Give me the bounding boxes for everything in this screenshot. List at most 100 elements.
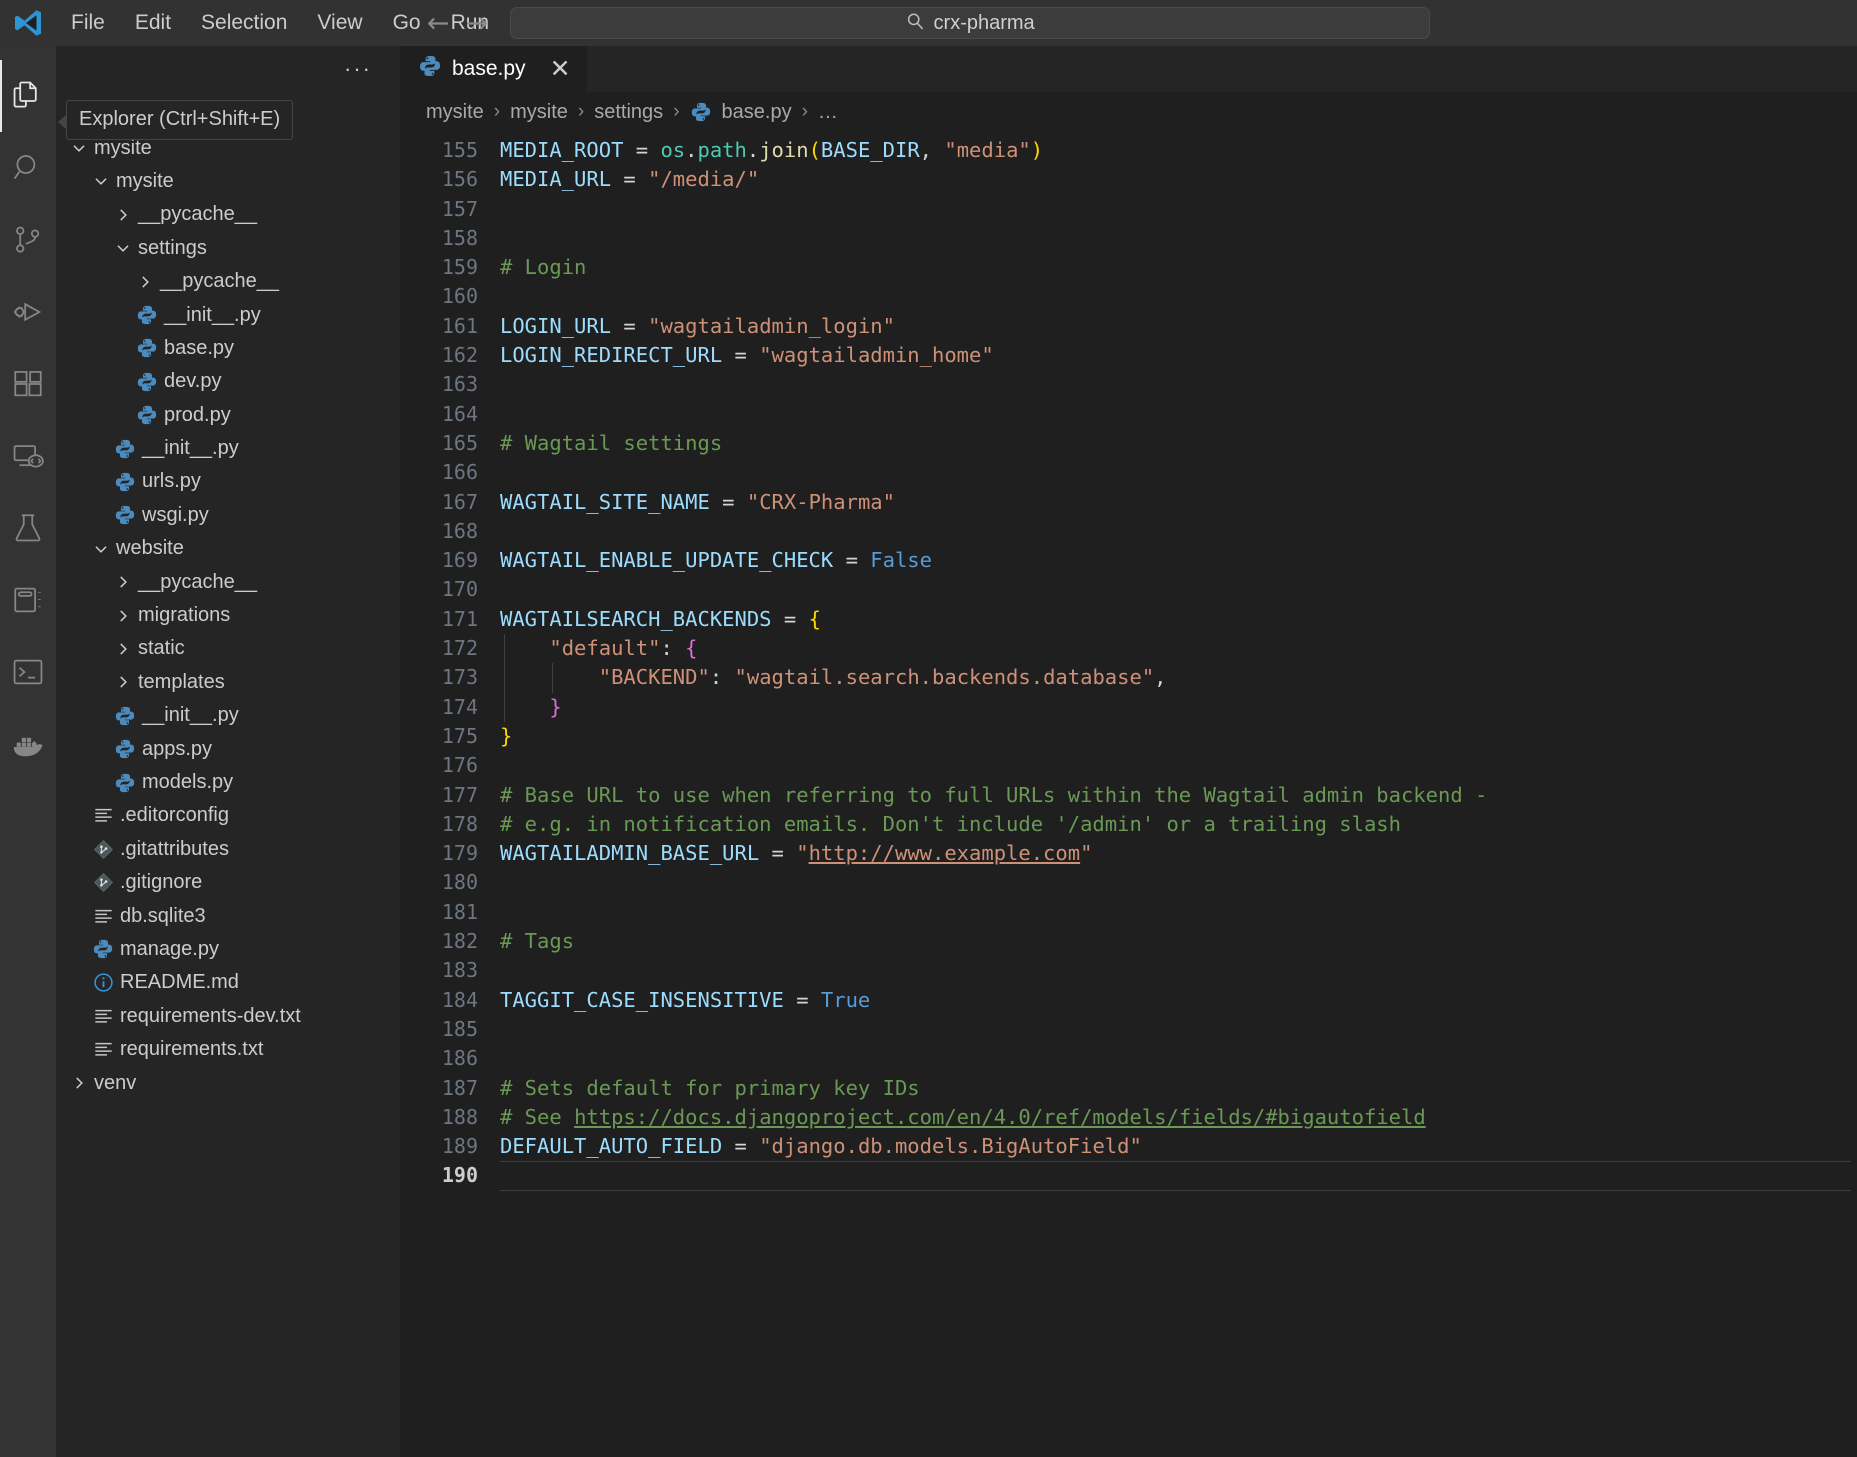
breadcrumb-item[interactable]: base.py — [722, 101, 792, 124]
tree-item-pycache[interactable]: __pycache__ — [56, 265, 400, 298]
tree-item-dev-py[interactable]: dev.py — [56, 365, 400, 398]
code-line[interactable]: 165# Wagtail settings — [400, 429, 1857, 458]
tree-item-pycache[interactable]: __pycache__ — [56, 198, 400, 231]
code-line[interactable]: 184TAGGIT_CASE_INSENSITIVE = True — [400, 986, 1857, 1015]
tree-item-init-py[interactable]: __init__.py — [56, 298, 400, 331]
menu-view[interactable]: View — [302, 5, 377, 40]
tree-item-settings[interactable]: settings — [56, 232, 400, 265]
tree-item-venv[interactable]: venv — [56, 1066, 400, 1099]
code-line[interactable]: 157 — [400, 195, 1857, 224]
tree-item-wsgi-py[interactable]: wsgi.py — [56, 499, 400, 532]
navigate-forward-icon[interactable]: → — [466, 10, 489, 37]
code-line[interactable]: 187# Sets default for primary key IDs — [400, 1074, 1857, 1103]
navigate-back-icon[interactable]: ← — [427, 10, 450, 37]
command-center-search-input[interactable]: crx-pharma — [510, 7, 1430, 39]
more-actions-icon[interactable]: ··· — [344, 58, 372, 80]
breadcrumb-item[interactable]: mysite — [426, 101, 484, 124]
menu-edit[interactable]: Edit — [120, 5, 186, 40]
code-line[interactable]: 177# Base URL to use when referring to f… — [400, 781, 1857, 810]
tree-item-gitattributes[interactable]: .gitattributes — [56, 833, 400, 866]
chevron-down-icon[interactable] — [66, 139, 92, 157]
tree-item-db-sqlite3[interactable]: db.sqlite3 — [56, 899, 400, 932]
breadcrumb-item[interactable]: settings — [594, 101, 663, 124]
tree-item-readme-md[interactable]: README.md — [56, 966, 400, 999]
tree-item-templates[interactable]: templates — [56, 666, 400, 699]
tree-item-static[interactable]: static — [56, 632, 400, 665]
activity-item-extensions[interactable] — [0, 348, 56, 420]
activity-item-docker[interactable] — [0, 708, 56, 780]
code-line[interactable]: 180 — [400, 868, 1857, 897]
code-line[interactable]: 186 — [400, 1044, 1857, 1073]
code-line[interactable]: 178# e.g. in notification emails. Don't … — [400, 810, 1857, 839]
activity-item-terminal[interactable] — [0, 636, 56, 708]
code-line[interactable]: 174 } — [400, 693, 1857, 722]
chevron-right-icon[interactable] — [110, 673, 136, 691]
code-line[interactable]: 158 — [400, 224, 1857, 253]
tree-item-urls-py[interactable]: urls.py — [56, 465, 400, 498]
code-line[interactable]: 176 — [400, 751, 1857, 780]
code-line[interactable]: 162LOGIN_REDIRECT_URL = "wagtailadmin_ho… — [400, 341, 1857, 370]
tree-item-editorconfig[interactable]: .editorconfig — [56, 799, 400, 832]
activity-item-testing[interactable] — [0, 492, 56, 564]
code-line[interactable]: 189DEFAULT_AUTO_FIELD = "django.db.model… — [400, 1132, 1857, 1161]
tree-item-manage-py[interactable]: manage.py — [56, 933, 400, 966]
code-line[interactable]: 182# Tags — [400, 927, 1857, 956]
tree-item-models-py[interactable]: models.py — [56, 766, 400, 799]
chevron-right-icon[interactable] — [66, 1074, 92, 1092]
tree-item-init-py[interactable]: __init__.py — [56, 699, 400, 732]
tree-item-gitignore[interactable]: .gitignore — [56, 866, 400, 899]
code-line[interactable]: 175} — [400, 722, 1857, 751]
code-line[interactable]: 161LOGIN_URL = "wagtailadmin_login" — [400, 312, 1857, 341]
activity-item-source-control[interactable] — [0, 204, 56, 276]
code-line[interactable]: 155MEDIA_ROOT = os.path.join(BASE_DIR, "… — [400, 136, 1857, 165]
code-line[interactable]: 163 — [400, 370, 1857, 399]
code-line[interactable]: 188# See https://docs.djangoproject.com/… — [400, 1103, 1857, 1132]
code-line[interactable]: 185 — [400, 1015, 1857, 1044]
menu-file[interactable]: File — [56, 5, 120, 40]
chevron-right-icon[interactable] — [132, 273, 158, 291]
activity-item-run-and-debug[interactable] — [0, 276, 56, 348]
breadcrumb-item[interactable]: mysite — [510, 101, 568, 124]
chevron-right-icon[interactable] — [110, 573, 136, 591]
code-line[interactable]: 169WAGTAIL_ENABLE_UPDATE_CHECK = False — [400, 546, 1857, 575]
activity-item-search[interactable] — [0, 132, 56, 204]
tree-item-mysite[interactable]: mysite — [56, 165, 400, 198]
code-line[interactable]: 190 — [400, 1161, 1857, 1190]
chevron-down-icon[interactable] — [110, 239, 136, 257]
code-line[interactable]: 159# Login — [400, 253, 1857, 282]
code-line[interactable]: 156MEDIA_URL = "/media/" — [400, 165, 1857, 194]
code-line[interactable]: 168 — [400, 517, 1857, 546]
code-line[interactable]: 181 — [400, 898, 1857, 927]
tree-item-prod-py[interactable]: prod.py — [56, 399, 400, 432]
tree-item-requirements-dev-txt[interactable]: requirements-dev.txt — [56, 1000, 400, 1033]
tree-item-requirements-txt[interactable]: requirements.txt — [56, 1033, 400, 1066]
code-line[interactable]: 173 "BACKEND": "wagtail.search.backends.… — [400, 663, 1857, 692]
tree-item-apps-py[interactable]: apps.py — [56, 732, 400, 765]
chevron-down-icon[interactable] — [88, 172, 114, 190]
code-line[interactable]: 167WAGTAIL_SITE_NAME = "CRX-Pharma" — [400, 488, 1857, 517]
code-line[interactable]: 183 — [400, 956, 1857, 985]
menu-selection[interactable]: Selection — [186, 5, 302, 40]
tree-item-website[interactable]: website — [56, 532, 400, 565]
code-line[interactable]: 160 — [400, 282, 1857, 311]
code-line[interactable]: 171WAGTAILSEARCH_BACKENDS = { — [400, 605, 1857, 634]
code-line[interactable]: 164 — [400, 400, 1857, 429]
close-icon[interactable]: ✕ — [550, 57, 571, 82]
activity-item-explorer[interactable] — [0, 60, 56, 132]
code-line[interactable]: 179WAGTAILADMIN_BASE_URL = "http://www.e… — [400, 839, 1857, 868]
chevron-right-icon[interactable] — [110, 640, 136, 658]
chevron-down-icon[interactable] — [88, 540, 114, 558]
code-editor[interactable]: 155MEDIA_ROOT = os.path.join(BASE_DIR, "… — [400, 132, 1857, 1457]
breadcrumb-item[interactable]: … — [818, 101, 838, 124]
tree-item-pycache[interactable]: __pycache__ — [56, 565, 400, 598]
chevron-right-icon[interactable] — [110, 206, 136, 224]
tab-base-py[interactable]: base.py ✕ — [400, 46, 588, 92]
tree-item-migrations[interactable]: migrations — [56, 599, 400, 632]
tree-item-base-py[interactable]: base.py — [56, 332, 400, 365]
activity-item-remote-explorer[interactable] — [0, 420, 56, 492]
tree-item-init-py[interactable]: __init__.py — [56, 432, 400, 465]
chevron-right-icon[interactable] — [110, 607, 136, 625]
code-line[interactable]: 170 — [400, 575, 1857, 604]
code-line[interactable]: 166 — [400, 458, 1857, 487]
code-line[interactable]: 172 "default": { — [400, 634, 1857, 663]
